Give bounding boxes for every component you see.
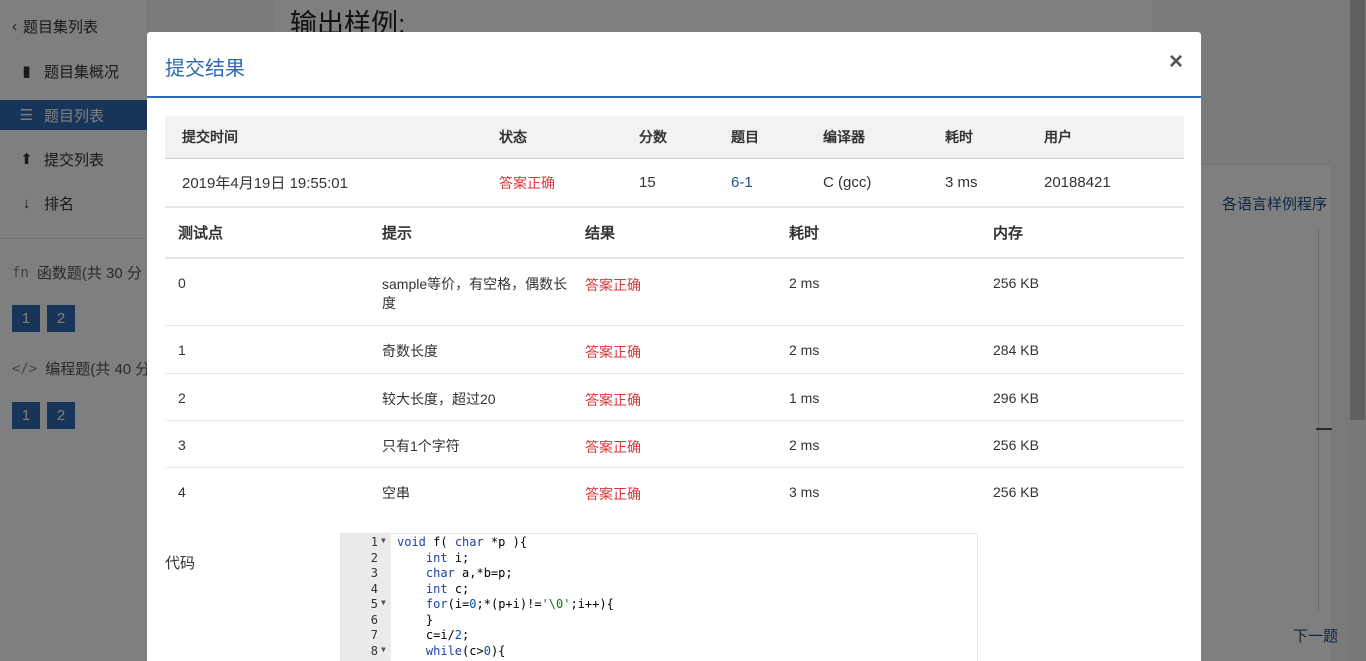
code-text: void f( char *p ){ <box>397 535 528 549</box>
column-header: 编译器 <box>823 129 865 145</box>
case-hint: 奇数长度 <box>382 343 438 359</box>
column-header: 耗时 <box>789 225 820 242</box>
case-time: 2 ms <box>789 437 820 453</box>
score-value: 15 <box>639 174 656 191</box>
submit-time: 2019年4月19日 19:55:01 <box>182 175 348 192</box>
case-result: 答案正确 <box>585 439 641 455</box>
table-row: 2019年4月19日 19:55:01 答案正确 15 6-1 C (gcc) … <box>165 159 1184 208</box>
case-memory: 296 KB <box>993 390 1039 406</box>
column-header: 提交时间 <box>182 129 238 145</box>
case-id: 1 <box>178 342 186 358</box>
case-memory: 284 KB <box>993 342 1039 358</box>
code-line: 5 ▼ for(i=0;*(p+i)!='\0';i++){ <box>341 597 977 613</box>
line-number: 8 <box>370 643 378 658</box>
line-number: 5 <box>370 597 378 611</box>
code-viewer[interactable]: 1 ▼ void f( char *p ){2 int i; 3 char a,*b=… <box>340 533 978 661</box>
case-result: 答案正确 <box>585 344 641 360</box>
line-number: 4 <box>370 581 378 596</box>
code-line: 4 int c; <box>341 582 977 598</box>
code-text: int i; <box>425 550 470 565</box>
code-line: 6 } <box>341 613 977 629</box>
compiler-value: C (gcc) <box>823 174 872 191</box>
line-number: 6 <box>370 612 378 627</box>
submission-table: 提交时间 状态 分数 题目 编译器 耗时 用户 2019年4月19日 19:55… <box>165 116 1184 208</box>
case-hint: sample等价，有空格，偶数长度 <box>382 276 568 311</box>
modal-title: 提交结果 <box>165 58 245 80</box>
column-header: 提示 <box>382 225 413 242</box>
close-icon[interactable]: × <box>1169 50 1183 74</box>
table-row: 2 较大长度，超过20 答案正确 1 ms 296 KB <box>165 374 1184 421</box>
case-id: 3 <box>178 437 186 453</box>
line-number: 2 <box>370 550 378 565</box>
problem-link[interactable]: 6-1 <box>731 159 753 206</box>
column-header: 分数 <box>639 129 667 145</box>
code-line: 3 char a,*b=p; <box>341 566 977 582</box>
code-text: int c; <box>425 581 470 596</box>
code-line: 1 ▼ void f( char *p ){ <box>341 535 977 551</box>
case-memory: 256 KB <box>993 275 1039 291</box>
case-memory: 256 KB <box>993 437 1039 453</box>
line-number: 7 <box>370 628 378 642</box>
code-text: } <box>397 612 434 627</box>
status-badge: 答案正确 <box>499 174 555 191</box>
fold-toggle-icon[interactable]: ▼ <box>381 536 386 545</box>
column-header: 测试点 <box>178 225 224 242</box>
submission-result-modal: 提交结果 × 提交时间 状态 分数 题目 编译器 耗时 用户 2019年4月19… <box>147 32 1201 661</box>
line-number: 3 <box>370 566 378 580</box>
column-header: 耗时 <box>945 129 973 145</box>
case-result: 答案正确 <box>585 486 641 502</box>
code-text: char a,*b=p; <box>425 566 513 580</box>
table-row: 1 奇数长度 答案正确 2 ms 284 KB <box>165 326 1184 374</box>
case-time: 2 ms <box>789 275 820 291</box>
code-label: 代码 <box>165 555 196 572</box>
code-text: for(i=0;*(p+i)!='\0';i++){ <box>425 597 614 611</box>
fold-toggle-icon[interactable]: ▼ <box>381 598 386 607</box>
table-row: 4 空串 答案正确 3 ms 256 KB <box>165 468 1184 516</box>
case-hint: 空串 <box>382 485 410 501</box>
case-time: 1 ms <box>789 390 820 406</box>
table-row: 0 sample等价，有空格，偶数长度 答案正确 2 ms 256 KB <box>165 259 1184 326</box>
code-text: c=i/2; <box>397 628 470 642</box>
case-id: 2 <box>178 390 186 406</box>
user-value: 20188421 <box>1044 174 1111 191</box>
case-result: 答案正确 <box>585 277 641 293</box>
column-header: 题目 <box>731 129 759 145</box>
case-memory: 256 KB <box>993 484 1039 500</box>
case-id: 4 <box>178 484 186 500</box>
test-case-table: 测试点 提示 结果 耗时 内存 0 sample等价，有空格，偶数长度 答案正确… <box>165 208 1184 516</box>
column-header: 结果 <box>585 225 616 242</box>
table-row: 3 只有1个字符 答案正确 2 ms 256 KB <box>165 421 1184 468</box>
code-text: while(c>0){ <box>425 643 506 658</box>
submission-table-header: 提交时间 状态 分数 题目 编译器 耗时 用户 <box>165 116 1184 159</box>
code-line: 8 ▼ while(c>0){ <box>341 644 977 660</box>
case-hint: 较大长度，超过20 <box>382 391 496 407</box>
column-header: 状态 <box>499 129 527 145</box>
case-result: 答案正确 <box>585 392 641 408</box>
case-time: 2 ms <box>789 342 820 358</box>
modal-header: 提交结果 × <box>147 32 1201 98</box>
elapsed-value: 3 ms <box>945 174 978 191</box>
column-header: 内存 <box>993 225 1024 242</box>
case-hint: 只有1个字符 <box>382 438 460 454</box>
line-number: 1 <box>370 535 378 549</box>
fold-toggle-icon[interactable]: ▼ <box>381 645 386 654</box>
case-id: 0 <box>178 275 186 291</box>
code-line: 7 c=i/2; <box>341 628 977 644</box>
column-header: 用户 <box>1044 129 1072 145</box>
case-time: 3 ms <box>789 484 820 500</box>
code-line: 2 int i; <box>341 551 977 567</box>
test-case-table-header: 测试点 提示 结果 耗时 内存 <box>165 208 1184 259</box>
